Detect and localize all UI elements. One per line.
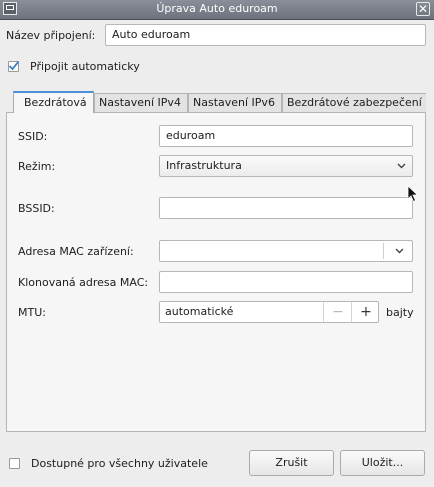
mtu-increment-button[interactable]: + bbox=[352, 302, 378, 322]
all-users-label: Dostupné pro všechny uživatele bbox=[31, 457, 208, 470]
connection-name-label: Název připojení: bbox=[6, 29, 96, 42]
auto-connect-checkbox[interactable] bbox=[8, 60, 19, 72]
wireless-tab-panel: SSID: eduroam Režim: Infrastruktura BSSI… bbox=[6, 112, 426, 432]
chevron-down-icon bbox=[397, 163, 406, 169]
all-users-checkbox[interactable] bbox=[9, 458, 20, 469]
combo-separator bbox=[383, 243, 384, 259]
ssid-label: SSID: bbox=[18, 130, 48, 143]
mtu-unit-label: bajty bbox=[386, 306, 414, 319]
cloned-mac-label: Klonovaná adresa MAC: bbox=[18, 276, 149, 289]
close-button[interactable]: ✕ bbox=[416, 2, 430, 16]
mode-selected-value: Infrastruktura bbox=[166, 159, 242, 172]
tab-ipv6[interactable]: Nastavení IPv6 bbox=[188, 93, 282, 112]
chevron-down-icon[interactable] bbox=[395, 246, 404, 255]
save-button[interactable]: Uložit... bbox=[340, 450, 425, 476]
bssid-label: BSSID: bbox=[18, 202, 55, 215]
connection-name-input[interactable]: Auto eduroam bbox=[105, 24, 426, 46]
bssid-input[interactable] bbox=[159, 197, 413, 219]
tab-wireless-security[interactable]: Bezdrátové zabezpečení bbox=[282, 93, 426, 112]
mtu-value[interactable]: automatické bbox=[165, 302, 233, 322]
window-titlebar[interactable]: Úprava Auto eduroam ✕ bbox=[0, 0, 434, 20]
auto-connect-label: Připojit automaticky bbox=[30, 60, 140, 73]
cloned-mac-input[interactable] bbox=[159, 271, 413, 293]
mtu-spinbox[interactable]: automatické − + bbox=[159, 301, 379, 323]
close-icon: ✕ bbox=[417, 2, 429, 16]
mtu-decrement-button[interactable]: − bbox=[324, 302, 352, 322]
mtu-label: MTU: bbox=[18, 306, 46, 319]
mode-dropdown[interactable]: Infrastruktura bbox=[159, 155, 413, 177]
window-title: Úprava Auto eduroam bbox=[156, 2, 278, 15]
device-mac-label: Adresa MAC zařízení: bbox=[18, 245, 134, 258]
mode-label: Režim: bbox=[18, 160, 56, 173]
device-mac-combo[interactable] bbox=[159, 240, 413, 262]
mouse-pointer-icon bbox=[407, 185, 419, 203]
cancel-button[interactable]: Zrušit bbox=[249, 450, 334, 476]
checkmark-icon bbox=[8, 60, 19, 71]
ssid-input[interactable]: eduroam bbox=[159, 125, 413, 147]
tab-ipv4[interactable]: Nastavení IPv4 bbox=[94, 93, 188, 112]
tab-wireless[interactable]: Bezdrátová bbox=[13, 91, 94, 113]
